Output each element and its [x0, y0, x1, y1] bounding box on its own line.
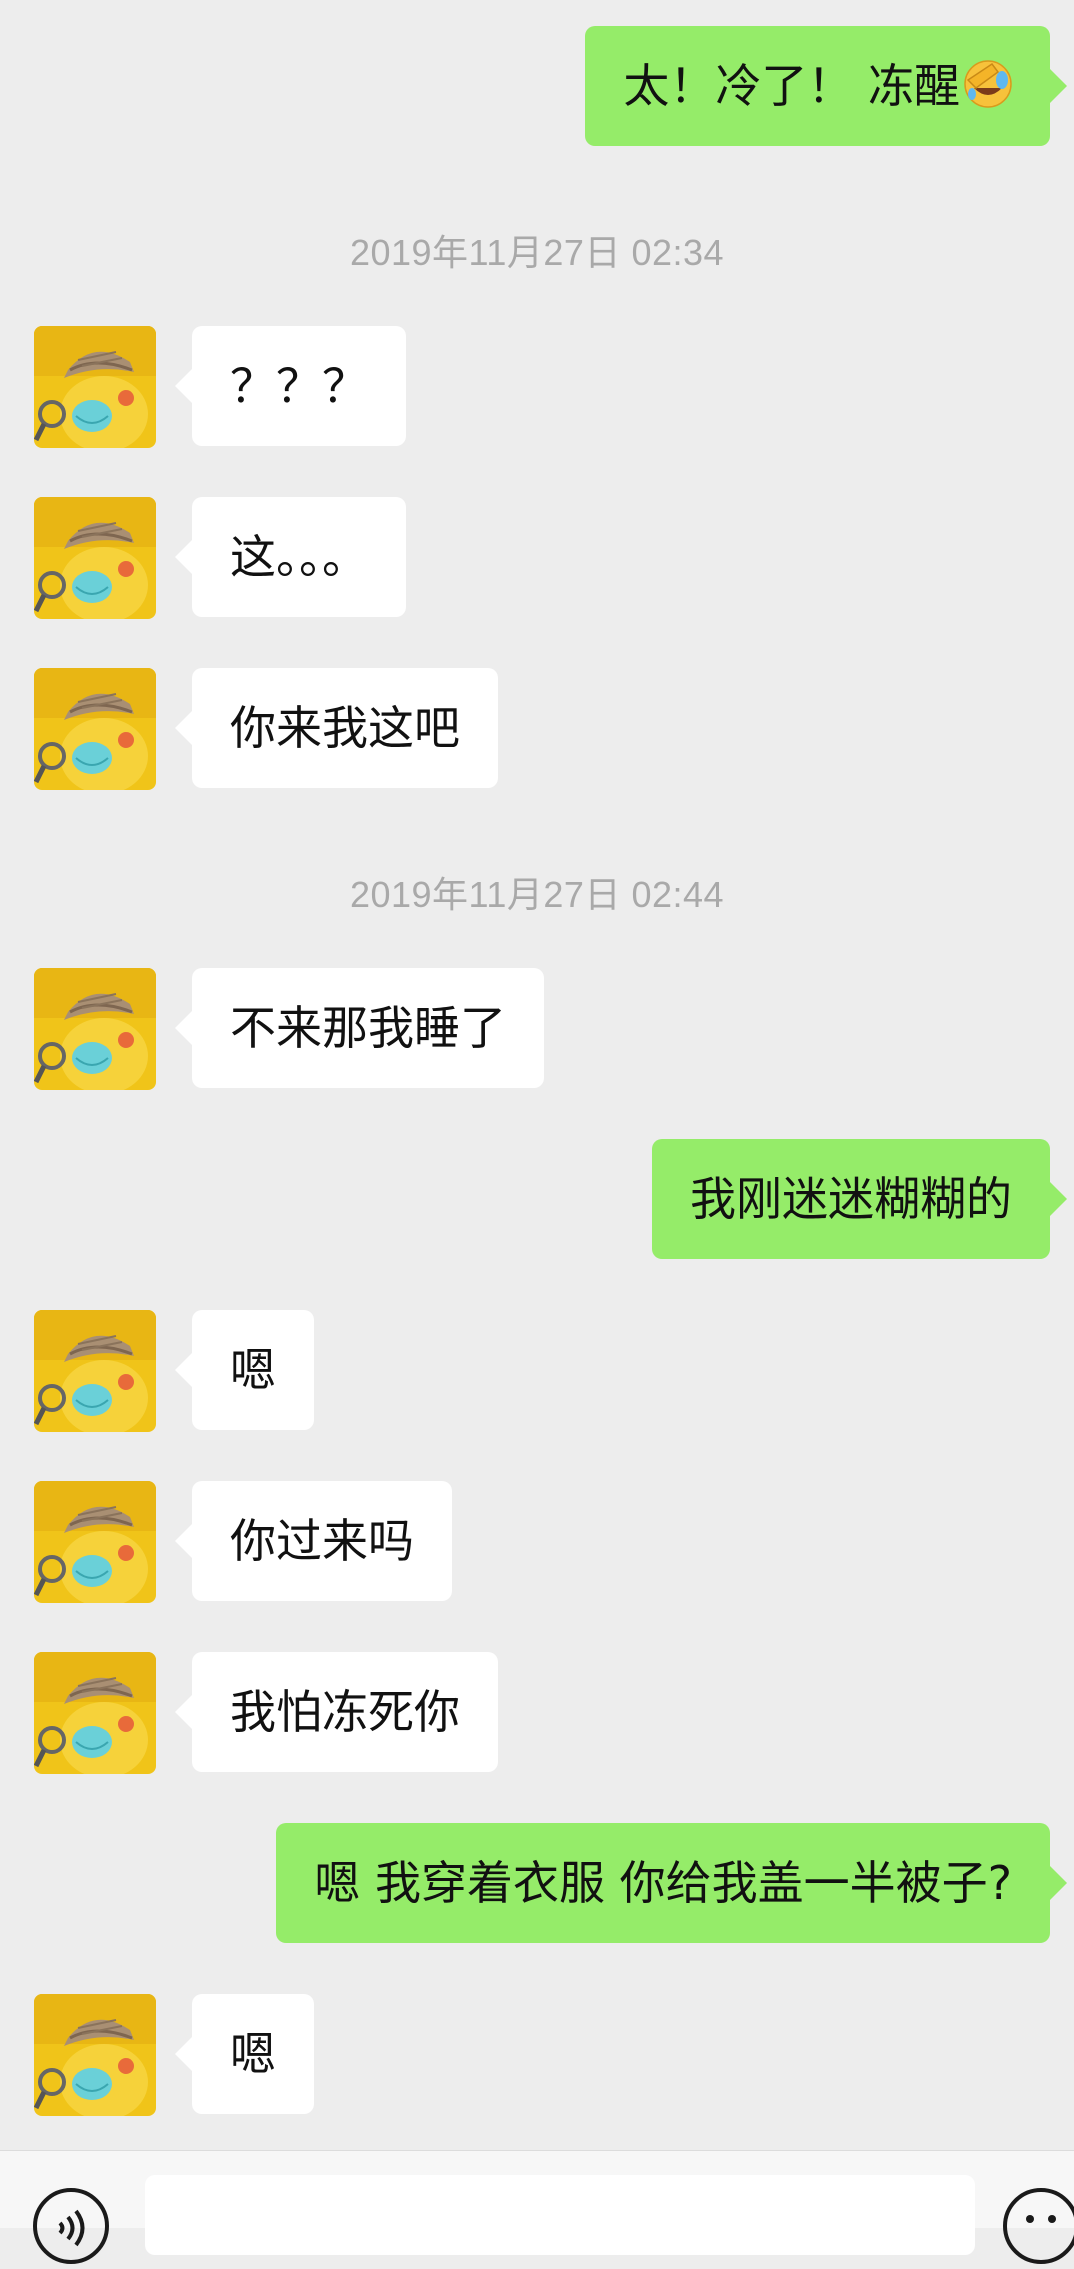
message-bubble-incoming[interactable]: 嗯 — [175, 1310, 314, 1430]
message-text: 不来那我睡了 — [230, 1001, 506, 1055]
contact-avatar[interactable] — [34, 1481, 156, 1603]
contact-avatar[interactable] — [34, 668, 156, 790]
message-text: 这。。。 — [230, 530, 368, 584]
message-text: 嗯 我穿着衣服 你给我盖一半被子? — [314, 1856, 1012, 1910]
message-bubble-incoming[interactable]: 我怕冻死你 — [175, 1652, 498, 1772]
message-bubble-incoming[interactable]: 这。。。 — [175, 497, 406, 617]
message-timestamp: 2019年11月27日 02:44 — [349, 874, 725, 915]
contact-avatar[interactable] — [34, 326, 156, 448]
message-input-field[interactable] — [145, 2175, 975, 2255]
message-timestamp: 2019年11月27日 02:34 — [349, 232, 725, 273]
contact-avatar[interactable] — [34, 1310, 156, 1432]
contact-avatar[interactable] — [34, 968, 156, 1090]
message-bubble-outgoing[interactable]: 嗯 我穿着衣服 你给我盖一半被子? — [276, 1823, 1067, 1943]
facepalm-laughing-emoji-icon — [962, 34, 1014, 108]
message-bubble-outgoing[interactable]: 太！冷了！ 冻醒 — [585, 26, 1067, 146]
message-bubble-incoming[interactable]: 你过来吗 — [175, 1481, 452, 1601]
message-text: 你过来吗 — [230, 1514, 414, 1568]
message-bubble-incoming[interactable]: ？？？ — [175, 326, 406, 446]
message-text: 你来我这吧 — [230, 701, 460, 755]
message-text: 我怕冻死你 — [230, 1685, 460, 1739]
message-text: ？？？ — [230, 359, 368, 413]
message-input-bar — [0, 2150, 1074, 2264]
contact-avatar[interactable] — [34, 497, 156, 619]
message-text: 嗯 — [230, 2027, 276, 2081]
message-text: 太！冷了！ 冻醒 — [623, 59, 960, 113]
chat-message-list[interactable]: 太！冷了！ 冻醒 2019年11月27日 02:34 ？？？ 这。。。 你来我这… — [0, 0, 1074, 2150]
contact-avatar[interactable] — [34, 1994, 156, 2116]
message-text: 嗯 — [230, 1343, 276, 1397]
emoji-face-icon[interactable] — [1002, 2187, 1074, 2265]
message-bubble-incoming[interactable]: 嗯 — [175, 1994, 314, 2114]
message-bubble-outgoing[interactable]: 我刚迷迷糊糊的 — [652, 1139, 1067, 1259]
message-text: 我刚迷迷糊糊的 — [690, 1172, 1012, 1226]
voice-icon[interactable] — [32, 2187, 110, 2265]
contact-avatar[interactable] — [34, 1652, 156, 1774]
message-bubble-incoming[interactable]: 你来我这吧 — [175, 668, 498, 788]
message-bubble-incoming[interactable]: 不来那我睡了 — [175, 968, 544, 1088]
